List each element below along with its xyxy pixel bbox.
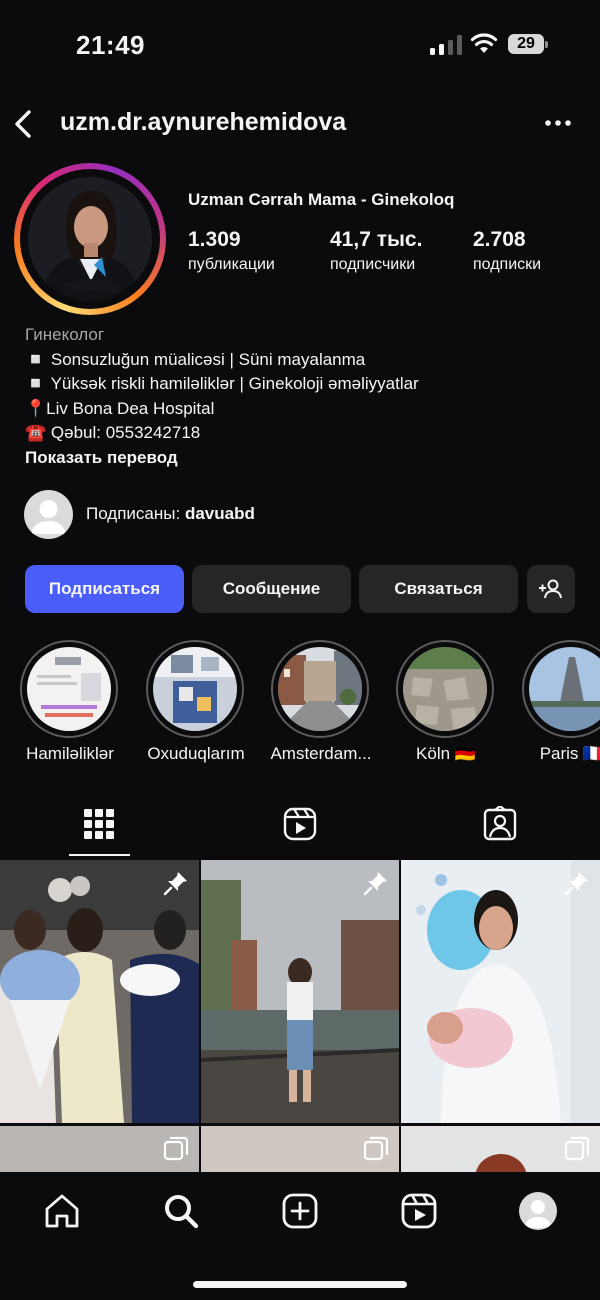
posts-count[interactable]: 1.309 публикации bbox=[188, 228, 275, 274]
bio-line: ◽️ Sonsuzluğun müalicəsi | Süni mayalanm… bbox=[25, 349, 366, 369]
tagged-icon[interactable] bbox=[483, 806, 517, 842]
highlight-thumbnail bbox=[27, 647, 111, 731]
followers-count[interactable]: 41,7 тыс. подписчики bbox=[330, 228, 422, 274]
highlight-thumbnail bbox=[153, 647, 237, 731]
grid-icon[interactable] bbox=[82, 806, 116, 842]
highlight-item[interactable]: Oxuduqlarım bbox=[146, 640, 246, 763]
pinned-icon bbox=[564, 872, 588, 896]
suggest-people-button[interactable] bbox=[527, 565, 575, 613]
bio-line-phone[interactable]: ☎️ Qəbul: 0553242718 bbox=[25, 421, 585, 446]
pinned-icon bbox=[163, 872, 187, 896]
highlight-item[interactable]: Paris 🇫🇷 bbox=[522, 640, 600, 763]
add-person-icon bbox=[539, 579, 562, 599]
show-translation-link[interactable]: Показать перевод bbox=[25, 446, 585, 471]
search-icon[interactable] bbox=[162, 1192, 200, 1230]
followed-by-text[interactable]: Подписаны: davuabd bbox=[86, 504, 255, 524]
more-options-icon[interactable] bbox=[544, 116, 572, 130]
reels-icon[interactable] bbox=[283, 806, 317, 842]
posts-count-value: 1.309 bbox=[188, 228, 241, 251]
highlight-thumbnail bbox=[529, 647, 600, 731]
home-icon[interactable] bbox=[43, 1192, 81, 1230]
highlight-label: Oxuduqlarım bbox=[147, 744, 245, 763]
highlight-label: Hamiləliklər bbox=[26, 744, 114, 763]
post-thumbnail[interactable] bbox=[0, 1126, 199, 1172]
following-count-label: подписки bbox=[473, 256, 542, 273]
followed-by-prefix: Подписаны: bbox=[86, 504, 185, 523]
followed-by-user[interactable]: davuabd bbox=[185, 504, 255, 523]
highlight-item[interactable]: Köln 🇩🇪 bbox=[396, 640, 496, 763]
highlight-item[interactable]: Hamiləliklər bbox=[20, 640, 120, 763]
status-bar: 21:49 29 bbox=[0, 0, 600, 90]
profile-category: Гинеколог bbox=[25, 325, 105, 344]
highlight-label: Paris 🇫🇷 bbox=[539, 744, 600, 763]
battery-indicator: 29 bbox=[508, 34, 548, 54]
profile-username: uzm.dr.aynurehemidova bbox=[60, 108, 347, 136]
post-thumbnail[interactable] bbox=[401, 860, 600, 1123]
bio-line: 📍Liv Bona Dea Hospital bbox=[25, 398, 215, 418]
profile-bio: Гинеколог ◽️ Sonsuzluğun müalicəsi | Sün… bbox=[25, 323, 585, 470]
followed-by-avatar[interactable] bbox=[24, 490, 73, 539]
message-button[interactable]: Сообщение bbox=[192, 565, 351, 613]
cellular-signal-icon bbox=[430, 35, 462, 55]
bio-line: ◽️ Yüksək riskli hamiləliklər | Ginekolo… bbox=[25, 374, 419, 393]
carousel-icon bbox=[363, 1136, 389, 1161]
pinned-icon bbox=[363, 872, 387, 896]
status-time: 21:49 bbox=[76, 30, 145, 60]
carousel-icon bbox=[564, 1136, 590, 1161]
post-thumbnail[interactable] bbox=[401, 1126, 600, 1172]
highlight-thumbnail bbox=[403, 647, 487, 731]
highlight-label: Amsterdam... bbox=[270, 744, 372, 763]
post-thumbnail[interactable] bbox=[201, 1126, 399, 1172]
profile-display-name: Uzman Cərrah Mama - Ginekoloq bbox=[188, 190, 455, 209]
home-indicator[interactable] bbox=[193, 1281, 407, 1288]
profile-avatar[interactable] bbox=[14, 163, 166, 315]
back-arrow-icon[interactable] bbox=[10, 108, 36, 140]
highlight-label: Köln 🇩🇪 bbox=[416, 744, 476, 763]
post-thumbnail[interactable] bbox=[0, 860, 199, 1123]
wifi-icon bbox=[470, 33, 498, 53]
create-icon[interactable] bbox=[281, 1192, 319, 1230]
highlight-item[interactable]: Amsterdam... bbox=[270, 640, 372, 763]
highlight-thumbnail bbox=[278, 647, 362, 731]
followers-count-label: подписчики bbox=[330, 256, 416, 273]
profile-photo bbox=[28, 177, 152, 301]
following-count-value: 2.708 bbox=[473, 228, 526, 251]
posts-count-label: публикации bbox=[188, 256, 275, 273]
reels-icon[interactable] bbox=[400, 1192, 438, 1230]
active-tab-indicator bbox=[69, 854, 130, 856]
post-thumbnail[interactable] bbox=[201, 860, 399, 1123]
followers-count-value: 41,7 тыс. bbox=[330, 228, 423, 251]
following-count[interactable]: 2.708 подписки bbox=[473, 228, 541, 274]
contact-button[interactable]: Связаться bbox=[359, 565, 518, 613]
profile-icon[interactable] bbox=[519, 1192, 557, 1230]
carousel-icon bbox=[163, 1136, 189, 1161]
follow-button[interactable]: Подписаться bbox=[25, 565, 184, 613]
